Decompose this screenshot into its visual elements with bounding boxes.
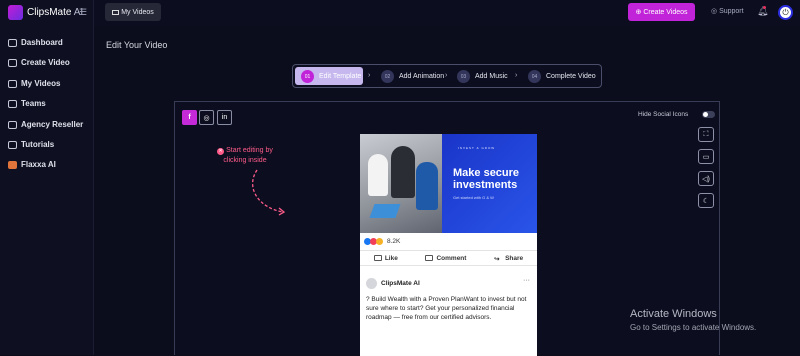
sidebar-item-create-video[interactable]: Create Video [8,58,70,67]
post-actions: Like Comment ↪ Share [360,250,537,266]
haha-reaction-icon [376,238,383,245]
chevron-right-icon: › [515,72,518,79]
users-icon [8,99,17,108]
reaction-count: 8.2K [387,238,401,245]
book-icon [8,140,17,149]
post-author: ClipsMate AI [366,278,420,289]
hide-social-label: Hide Social Icons [638,111,689,118]
step-add-music[interactable]: 03 Add Music [457,70,508,83]
page-title: Edit Your Video [106,40,168,50]
sidebar-item-agency-reseller[interactable]: Agency Reseller [8,120,83,129]
menu-toggle-icon[interactable]: ☰ [79,7,87,18]
ad-logo: INVEST & GROW [458,146,496,150]
ad-panel: INVEST & GROW Make secure investments Ge… [442,134,537,233]
headset-icon: ◎ [711,8,718,15]
facebook-icon[interactable]: f [182,110,197,125]
ad-subline: Get started with G & W [453,195,494,200]
thumbs-up-icon [373,254,382,261]
person-figure [416,162,438,210]
more-options-icon[interactable]: ··· [523,277,530,284]
share-button[interactable]: ↪ Share [494,255,523,263]
chevron-right-icon: › [368,72,371,79]
video-icon [112,9,120,15]
power-icon: ⏻ [782,7,789,17]
comment-button[interactable]: Comment [425,255,466,262]
page-avatar [366,278,377,289]
video-icon [8,79,17,88]
stepper: 01 Edit Template › 02 Add Animation › 03 Ad… [292,64,602,88]
grid-icon [8,38,17,47]
notification-dot [763,6,766,9]
step-edit-template[interactable]: 01 Edit Template [301,70,361,83]
reactions-row: 8.2K [364,238,400,245]
sidebar-item-flaxxa-ai[interactable]: Flaxxa AI [8,160,56,169]
book-icon [8,160,17,169]
volume-icon[interactable]: ◁) [698,171,714,186]
avatar[interactable]: ⏻ [778,5,793,20]
page-name: ClipsMate AI [381,280,420,287]
sidebar-item-teams[interactable]: Teams [8,99,46,108]
person-figure [368,154,388,196]
instagram-icon[interactable]: ◎ [199,110,214,125]
plus-icon [8,58,17,67]
user-icon [8,120,17,129]
ad-headline: Make secure investments [453,167,520,191]
linkedin-icon[interactable]: in [217,110,232,125]
facebook-post-preview[interactable]: INVEST & GROW Make secure investments Ge… [360,134,537,356]
image-icon[interactable]: ▭ [698,149,714,164]
sidebar: ClipsMate AI ☰ Dashboard Create Video My… [0,0,94,355]
person-figure [391,146,415,198]
editing-hint: ✕ Start editing by clicking inside [217,147,273,164]
sidebar-item-my-videos[interactable]: My Videos [8,79,60,88]
hide-social-toggle[interactable] [702,111,715,118]
activate-windows-title: Activate Windows [630,308,717,320]
share-icon: ↪ [494,255,500,263]
sidebar-item-dashboard[interactable]: Dashboard [8,38,63,47]
close-icon: ✕ [217,148,225,155]
my-videos-button[interactable]: My Videos [105,3,161,21]
like-button[interactable]: Like [373,254,398,262]
support-link[interactable]: ◎ Support [711,7,744,15]
plus-circle-icon: ⊕ [635,9,642,16]
fullscreen-icon[interactable]: ⛶ [698,127,714,142]
post-image[interactable]: INVEST & GROW Make secure investments Ge… [360,134,537,233]
sidebar-item-tutorials[interactable]: Tutorials [8,140,54,149]
moon-icon[interactable]: ☾ [698,193,714,208]
step-complete-video[interactable]: 04 Complete Video [528,70,596,83]
curved-arrow-icon [252,169,286,216]
activate-windows-subtitle: Go to Settings to activate Windows. [630,323,757,332]
comment-icon [425,254,434,261]
logo-icon [8,5,23,20]
laptop-figure [369,204,401,218]
meeting-photo [360,134,442,233]
create-videos-button[interactable]: ⊕ Create Videos [628,3,695,21]
app-logo[interactable]: ClipsMate AI [8,5,83,20]
chevron-right-icon: › [445,72,448,79]
post-body[interactable]: ? Build Wealth with a Proven PlanWant to… [366,295,534,322]
app-name: ClipsMate [27,7,72,18]
step-add-animation[interactable]: 02 Add Animation [381,70,444,83]
